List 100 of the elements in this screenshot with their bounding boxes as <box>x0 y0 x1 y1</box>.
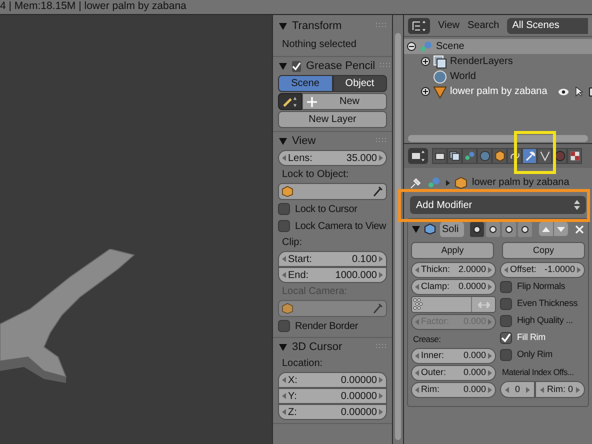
decrement-arrow-icon[interactable] <box>415 387 419 393</box>
decrement-arrow-icon[interactable] <box>282 377 286 383</box>
eye-toggle[interactable] <box>486 222 500 236</box>
vertex-group-field[interactable] <box>411 296 496 313</box>
outliner-row[interactable]: World <box>404 69 592 84</box>
increment-arrow-icon[interactable] <box>379 272 383 278</box>
decrement-arrow-icon[interactable] <box>415 370 419 376</box>
decrement-arrow-icon[interactable] <box>505 386 509 392</box>
outliner-row[interactable]: Scene <box>404 39 592 54</box>
scope-tab[interactable]: Scene <box>278 75 332 92</box>
scene-dropdown[interactable]: All Scenes <box>507 18 588 34</box>
panel-header[interactable]: Transform <box>273 17 392 35</box>
properties-tab[interactable] <box>567 148 582 164</box>
properties-tab[interactable] <box>537 148 552 164</box>
checkbox[interactable] <box>278 203 290 215</box>
collapse-triangle-icon[interactable] <box>412 226 420 232</box>
increment-arrow-icon[interactable] <box>576 386 580 392</box>
new-button[interactable]: New <box>302 93 387 110</box>
checkbox[interactable] <box>500 281 512 293</box>
modifier-name-field[interactable]: Soli <box>440 222 464 236</box>
decrement-arrow-icon[interactable] <box>282 155 286 161</box>
checkbox[interactable] <box>500 349 512 361</box>
number-field[interactable]: Outer: 0.000 <box>411 365 496 381</box>
increment-arrow-icon[interactable] <box>379 256 383 262</box>
apply-button[interactable]: Apply <box>411 242 494 259</box>
decrement-arrow-icon[interactable] <box>282 393 286 399</box>
copy-button[interactable]: Copy <box>502 242 585 259</box>
decrement-arrow-icon[interactable] <box>282 409 286 415</box>
properties-tab[interactable] <box>432 148 447 164</box>
collapse-triangle-icon[interactable] <box>279 22 287 30</box>
checkbox[interactable] <box>278 320 290 332</box>
menu-item[interactable]: View <box>438 18 460 33</box>
camera-toggle[interactable] <box>470 222 484 236</box>
increment-arrow-icon[interactable] <box>488 353 492 359</box>
number-field[interactable]: Inner: 0.000 <box>411 348 496 364</box>
editor-type-selector[interactable] <box>408 148 428 164</box>
decrement-arrow-icon[interactable] <box>415 267 419 273</box>
increment-arrow-icon[interactable] <box>488 387 492 393</box>
increment-arrow-icon[interactable] <box>379 393 383 399</box>
editor-type-selector[interactable] <box>408 18 430 34</box>
checkbox[interactable] <box>500 315 512 327</box>
add-modifier-dropdown[interactable]: Add Modifier <box>410 196 586 214</box>
menu-item[interactable]: Search <box>468 18 500 33</box>
expand-icon[interactable] <box>421 87 430 96</box>
checkbox[interactable] <box>500 332 512 344</box>
scope-tab[interactable]: Object <box>332 75 387 92</box>
increment-arrow-icon[interactable] <box>379 377 383 383</box>
number-field[interactable]: Rim: 0.000 <box>411 382 496 398</box>
increment-arrow-icon[interactable] <box>379 409 383 415</box>
decrement-arrow-icon[interactable] <box>504 267 508 273</box>
outliner-row[interactable]: RenderLayers <box>404 54 592 69</box>
increment-arrow-icon[interactable] <box>526 386 530 392</box>
collapse-icon[interactable] <box>407 42 416 51</box>
object-field[interactable] <box>278 183 387 200</box>
increment-arrow-icon[interactable] <box>379 155 383 161</box>
cursor-icon[interactable] <box>575 86 584 97</box>
properties-tab[interactable] <box>522 148 537 164</box>
decrement-arrow-icon[interactable] <box>540 386 544 392</box>
eyedropper-icon[interactable] <box>373 186 383 197</box>
eye-icon[interactable] <box>558 88 570 96</box>
increment-arrow-icon[interactable] <box>488 284 492 290</box>
edit-toggle[interactable] <box>502 222 516 236</box>
expand-icon[interactable] <box>421 57 430 66</box>
swap-arrows-icon[interactable] <box>478 302 490 308</box>
number-field[interactable]: 0 <box>500 381 535 398</box>
number-field[interactable]: Start: 0.100 <box>278 251 387 267</box>
new-layer-button[interactable]: New Layer <box>278 111 387 128</box>
properties-tab[interactable] <box>447 148 462 164</box>
checkbox[interactable] <box>500 298 512 310</box>
number-field[interactable]: Clamp: 0.0000 <box>411 279 496 295</box>
number-field[interactable]: Lens: 35.000 <box>278 150 387 166</box>
panel-header[interactable]: 3D Cursor <box>273 338 392 356</box>
increment-arrow-icon[interactable] <box>488 267 492 273</box>
number-field[interactable]: Z: 0.00000 <box>278 404 387 420</box>
horizontal-scrollbar[interactable] <box>408 135 588 142</box>
number-field[interactable]: Thickn: 2.0000 <box>411 262 496 278</box>
collapse-triangle-icon[interactable] <box>279 138 287 144</box>
decrement-arrow-icon[interactable] <box>282 272 286 278</box>
collapse-triangle-icon[interactable] <box>279 344 287 350</box>
outliner-row[interactable]: lower palm by zabana <box>404 84 592 99</box>
decrement-arrow-icon[interactable] <box>415 284 419 290</box>
increment-arrow-icon[interactable] <box>577 267 581 273</box>
number-field[interactable]: X: 0.00000 <box>278 372 387 388</box>
collapse-triangle-icon[interactable] <box>279 62 287 70</box>
number-field[interactable]: Offset: -1.0000 <box>500 262 585 278</box>
move-down-button[interactable] <box>554 222 568 236</box>
number-field[interactable]: End: 1000.000 <box>278 267 387 283</box>
panel-header[interactable]: Grease Pencil <box>273 57 392 75</box>
move-up-button[interactable] <box>539 222 553 236</box>
scrollbar[interactable] <box>395 33 401 440</box>
number-field[interactable]: Rim: 0 <box>534 381 585 398</box>
checkbox[interactable] <box>278 220 290 232</box>
cage-toggle[interactable] <box>518 222 532 236</box>
close-icon[interactable] <box>575 224 584 234</box>
increment-arrow-icon[interactable] <box>488 370 492 376</box>
decrement-arrow-icon[interactable] <box>282 256 286 262</box>
pencil-selector[interactable] <box>278 93 302 110</box>
panel-header[interactable]: View <box>273 132 392 150</box>
decrement-arrow-icon[interactable] <box>415 353 419 359</box>
number-field[interactable]: Y: 0.00000 <box>278 388 387 404</box>
